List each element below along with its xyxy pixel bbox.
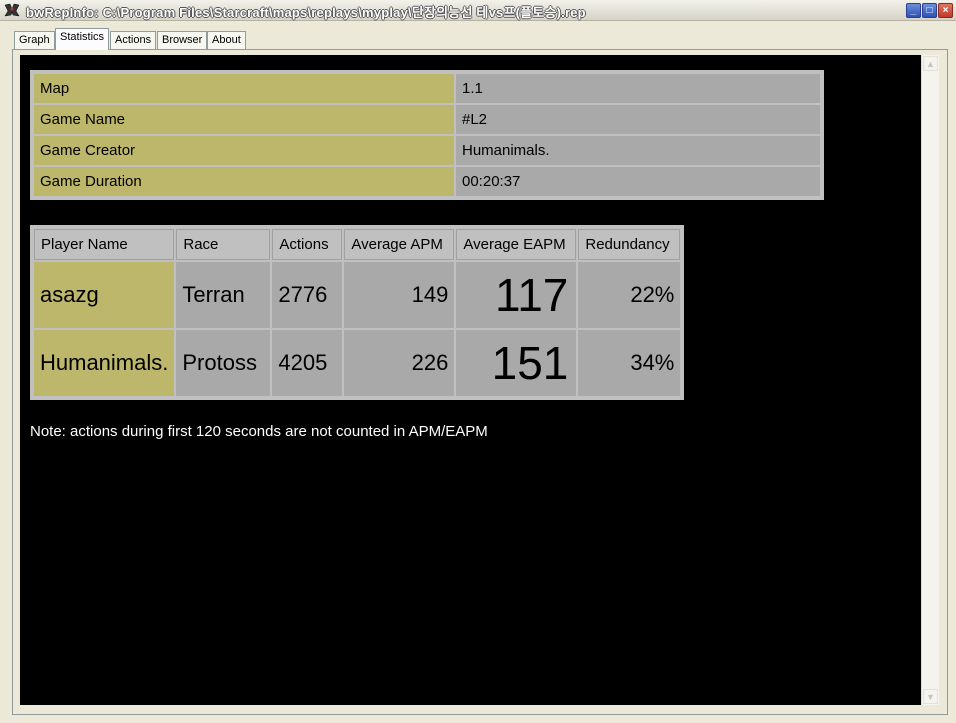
window-title: bwRepInfo: C:\Program Files\Starcraft\ma… (26, 5, 586, 20)
close-button[interactable]: × (938, 3, 953, 18)
vertical-scrollbar[interactable]: ▲ ▼ (921, 55, 939, 705)
player-apm: 149 (344, 262, 455, 328)
scroll-down-icon[interactable]: ▼ (923, 689, 938, 704)
player-apm: 226 (344, 330, 455, 396)
header-average-apm: Average APM (344, 229, 455, 260)
player-redundancy: 34% (578, 330, 681, 396)
player-actions: 2776 (272, 262, 343, 328)
game-duration-value: 00:20:37 (456, 167, 820, 196)
table-row: Game Duration 00:20:37 (34, 167, 820, 196)
game-info-table: Map 1.1 Game Name #L2 Game Creator Human… (30, 70, 824, 200)
player-stats-table: Player Name Race Actions Average APM Ave… (30, 225, 685, 400)
table-row: Map 1.1 (34, 74, 820, 103)
player-name: Humanimals. (34, 330, 175, 396)
statistics-view: Map 1.1 Game Name #L2 Game Creator Human… (20, 55, 922, 705)
player-actions: 4205 (272, 330, 343, 396)
player-name: asazg (34, 262, 175, 328)
player-eapm: 117 (456, 262, 577, 328)
apm-note: Note: actions during first 120 seconds a… (30, 423, 488, 440)
table-row: Game Name #L2 (34, 105, 820, 134)
game-creator-label: Game Creator (34, 136, 454, 165)
tab-actions[interactable]: Actions (110, 31, 157, 49)
tab-graph[interactable]: Graph (14, 31, 55, 49)
header-average-eapm: Average EAPM (456, 229, 577, 260)
header-actions: Actions (272, 229, 343, 260)
tab-browser[interactable]: Browser (157, 31, 208, 49)
app-icon (4, 3, 20, 17)
player-race: Terran (176, 262, 271, 328)
table-row: Game Creator Humanimals. (34, 136, 820, 165)
game-duration-label: Game Duration (34, 167, 454, 196)
tab-about[interactable]: About (207, 31, 246, 49)
map-value: 1.1 (456, 74, 820, 103)
map-label: Map (34, 74, 454, 103)
table-header-row: Player Name Race Actions Average APM Ave… (34, 229, 681, 260)
tab-statistics[interactable]: Statistics (55, 28, 110, 50)
maximize-button[interactable]: □ (922, 3, 937, 18)
header-redundancy: Redundancy (578, 229, 681, 260)
game-name-label: Game Name (34, 105, 454, 134)
table-row: Humanimals. Protoss 4205 226 151 34% (34, 330, 681, 396)
title-bar: bwRepInfo: C:\Program Files\Starcraft\ma… (0, 0, 956, 21)
scroll-up-icon[interactable]: ▲ (923, 56, 938, 71)
player-eapm: 151 (456, 330, 577, 396)
game-name-value: #L2 (456, 105, 820, 134)
minimize-button[interactable]: _ (906, 3, 921, 18)
player-redundancy: 22% (578, 262, 681, 328)
table-row: asazg Terran 2776 149 117 22% (34, 262, 681, 328)
game-creator-value: Humanimals. (456, 136, 820, 165)
header-race: Race (176, 229, 271, 260)
header-player-name: Player Name (34, 229, 175, 260)
player-race: Protoss (176, 330, 271, 396)
